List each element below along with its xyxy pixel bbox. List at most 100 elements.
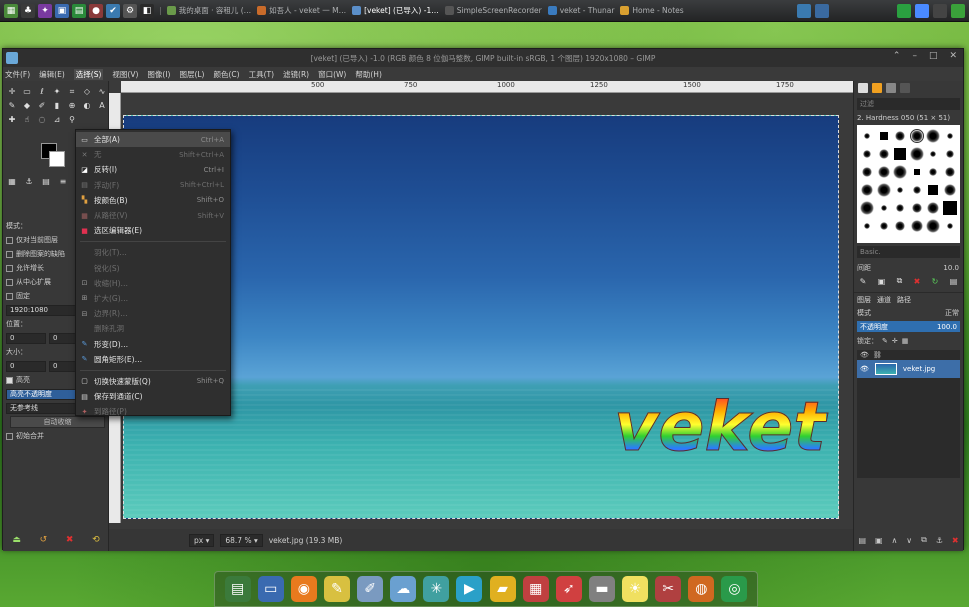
brush-swatch[interactable]	[894, 148, 907, 160]
lower-layer-icon[interactable]: ∨	[906, 536, 912, 545]
move-tool-icon[interactable]: ✛	[5, 85, 19, 98]
refresh-brush-icon[interactable]: ↻	[932, 277, 939, 286]
new-brush-icon[interactable]: ▣	[878, 277, 886, 286]
menu-5[interactable]: 图层(L)	[179, 69, 204, 80]
menu-9[interactable]: 窗口(W)	[318, 69, 346, 80]
firefox-icon[interactable]: ◉	[290, 576, 317, 602]
taskbar-item[interactable]: 我的桌面 · 容租儿 (…	[166, 5, 251, 16]
sun-icon[interactable]: ☀	[622, 576, 649, 602]
brush-swatch[interactable]	[879, 222, 888, 230]
select-menu-item[interactable]: 锐化(S)	[76, 261, 230, 276]
text-editor-icon[interactable]: ✎	[323, 576, 350, 602]
display-tray-icon[interactable]	[815, 3, 829, 18]
select-menu-item[interactable]: ▤ 保存到通道(C)	[76, 389, 230, 404]
select-menu-item[interactable]: ⊟ 边界(R)…	[76, 306, 230, 321]
brush-swatch[interactable]	[878, 149, 889, 159]
taskbar-item[interactable]: [veket] (已导入) -1…	[352, 5, 439, 16]
option-checkbox[interactable]	[6, 264, 13, 272]
option-spin[interactable]: 0	[6, 360, 46, 372]
background-color[interactable]	[49, 151, 65, 167]
warp-icon[interactable]: ∿	[95, 85, 109, 98]
brush-swatch[interactable]	[913, 169, 920, 175]
select-menu-item[interactable]: ✎ 形变(D)…	[76, 336, 230, 351]
select-menu-item[interactable]: ✕ 无 Shift+Ctrl+A	[76, 147, 230, 162]
zoom-icon[interactable]: ⚲	[65, 113, 79, 126]
option-checkbox[interactable]	[6, 432, 13, 440]
check-icon[interactable]: ✔	[106, 3, 120, 18]
battery-icon[interactable]	[897, 3, 911, 18]
option-checkbox[interactable]	[6, 376, 13, 384]
brush-swatch[interactable]	[896, 204, 905, 212]
fonts-tab-icon[interactable]	[900, 83, 910, 93]
brush-swatch[interactable]	[897, 187, 904, 193]
lasso-icon[interactable]: ℓ	[35, 85, 49, 98]
layers-tab-2[interactable]: 路径	[897, 295, 911, 305]
image-viewer-icon[interactable]: ▦	[522, 576, 549, 602]
layers-tab-1[interactable]: 通道	[877, 295, 891, 305]
brush-swatch[interactable]	[943, 184, 956, 196]
color-swatches[interactable]	[41, 143, 67, 169]
new-layer-icon[interactable]: ▤	[858, 536, 866, 545]
brush-swatch[interactable]	[944, 167, 955, 177]
firefox-alt-icon[interactable]: ◍	[688, 576, 715, 602]
raise-layer-icon[interactable]: ∧	[891, 536, 897, 545]
select-menu-item[interactable]: ⊞ 扩大(G)…	[76, 291, 230, 306]
select-menu-item[interactable]: ■ 选区编辑器(E)	[76, 223, 230, 238]
select-menu-item[interactable]: ✦ 到路径(P)	[76, 404, 230, 419]
reset-options-icon[interactable]: ⟲	[92, 535, 100, 545]
menu-4[interactable]: 图像(I)	[147, 69, 170, 80]
brush-swatch[interactable]	[895, 131, 906, 141]
rocket-icon[interactable]: ➶	[555, 576, 582, 602]
opacity-slider[interactable]: 不透明度 100.0	[857, 321, 960, 332]
menu-7[interactable]: 工具(T)	[249, 69, 274, 80]
new-group-icon[interactable]: ▣	[875, 536, 883, 545]
folder-icon[interactable]: ▰	[489, 576, 516, 602]
dodge-icon[interactable]: ◐	[80, 99, 94, 112]
brush-swatch[interactable]	[946, 223, 953, 229]
record-icon[interactable]: ●	[89, 3, 103, 18]
measure-icon[interactable]: ⊿	[50, 113, 64, 126]
brush-swatch[interactable]	[879, 132, 888, 140]
gradients-tab-icon[interactable]	[886, 83, 896, 93]
window-titlebar[interactable]: [veket] (已导入) -1.0 (RGB 颜色 8 位伽马整数, GIMP…	[3, 49, 963, 67]
text-icon[interactable]: A	[95, 99, 109, 112]
brush-swatch[interactable]	[876, 183, 891, 197]
lock-position-icon[interactable]: ✛	[892, 337, 898, 345]
option-checkbox[interactable]	[6, 292, 13, 300]
lock-alpha-icon[interactable]: ▦	[902, 337, 909, 345]
heal-icon[interactable]: ✚	[5, 113, 19, 126]
images-icon[interactable]: ▤	[39, 175, 53, 188]
mode-row[interactable]: 模式 正常	[854, 306, 963, 319]
eraser-icon[interactable]: ▮	[50, 99, 64, 112]
brush-swatch[interactable]	[942, 201, 957, 215]
clone-icon[interactable]: ⊕	[65, 99, 79, 112]
lock-pixels-icon[interactable]: ✎	[882, 337, 888, 345]
undo-history-icon[interactable]: ⚓	[22, 175, 36, 188]
device-status-icon[interactable]: ▦	[5, 175, 19, 188]
close-button[interactable]: ✕	[949, 51, 957, 61]
unit-select[interactable]: px ▾	[189, 533, 215, 547]
edit-brush-icon[interactable]: ✎	[860, 277, 867, 286]
anchor-layer-icon[interactable]: ⚓	[936, 536, 943, 545]
brush-swatch[interactable]	[864, 133, 871, 139]
smudge-icon[interactable]: ☝	[20, 113, 34, 126]
taskbar-item[interactable]: SimpleScreenRecorder	[444, 5, 542, 16]
brush-swatch[interactable]	[861, 184, 874, 196]
brush-swatch[interactable]	[929, 168, 938, 176]
restore-options-icon[interactable]: ↺	[40, 535, 48, 545]
brush-swatch[interactable]	[928, 185, 939, 195]
delete-layer-icon[interactable]: ✖	[952, 536, 959, 545]
menu-10[interactable]: 帮助(H)	[355, 69, 382, 80]
brush-swatch[interactable]	[930, 151, 937, 157]
patterns-tab-icon[interactable]	[872, 83, 882, 93]
network-icon[interactable]: ☁	[390, 576, 417, 602]
molecule-icon[interactable]: ✳	[423, 576, 450, 602]
brush-swatch[interactable]	[877, 166, 890, 178]
taskbar-item[interactable]: Home - Notes	[620, 5, 684, 16]
select-menu-item[interactable]: ⊡ 收缩(H)…	[76, 276, 230, 291]
media-player-icon[interactable]: ▶	[456, 576, 483, 602]
monitor-tray-icon[interactable]	[797, 3, 811, 18]
horizontal-ruler[interactable]: 500 750 1000 1250 1500 1750	[121, 81, 853, 93]
brush-filter-input[interactable]: 过滤	[857, 98, 960, 110]
workspace-icon[interactable]: ◧	[140, 3, 154, 18]
